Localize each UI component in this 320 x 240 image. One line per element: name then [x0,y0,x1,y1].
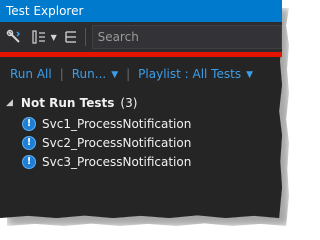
command-separator: | [59,67,64,81]
test-name: Svc3_ProcessNotification [42,155,192,169]
chevron-down-icon: ▼ [111,70,119,80]
test-group-not-run[interactable]: ◢ Not Run Tests (3) [6,94,137,112]
dropdown-icon[interactable]: ▼ [51,33,57,42]
playlist-menu[interactable]: Playlist : All Tests ▼ [138,67,253,81]
command-bar: Run All | Run... ▼ | Playlist : All Tests… [0,63,282,85]
group-label: Not Run Tests [20,96,115,110]
window-title: Test Explorer [0,0,282,22]
search-input[interactable]: Search [91,25,282,49]
info-icon: ! [22,136,36,150]
playlist-menu-label: Playlist : All Tests [138,67,242,81]
test-name: Svc2_ProcessNotification [42,136,192,150]
group-count: (3) [120,96,138,110]
info-icon: ! [22,155,36,169]
group-by-icon[interactable] [28,26,50,48]
chevron-down-icon: ▼ [246,70,253,80]
list-item[interactable]: ! Svc2_ProcessNotification [22,134,191,152]
list-item[interactable]: ! Svc1_ProcessNotification [22,115,191,133]
toolbar-separator [84,28,86,46]
highlight-underline [0,52,282,57]
collapse-triangle-icon[interactable]: ◢ [6,98,13,108]
command-separator: | [126,67,131,81]
test-name: Svc1_ProcessNotification [42,117,192,131]
info-icon: ! [22,117,36,131]
list-item[interactable]: ! Svc3_ProcessNotification [22,153,191,171]
playlist-icon[interactable] [60,26,82,48]
run-menu-label: Run... [71,67,107,81]
run-all-link[interactable]: Run All [10,67,52,81]
run-menu[interactable]: Run... ▼ [72,67,118,81]
run-settings-icon[interactable] [3,26,25,48]
toolbar: ▼ Search [0,22,282,52]
